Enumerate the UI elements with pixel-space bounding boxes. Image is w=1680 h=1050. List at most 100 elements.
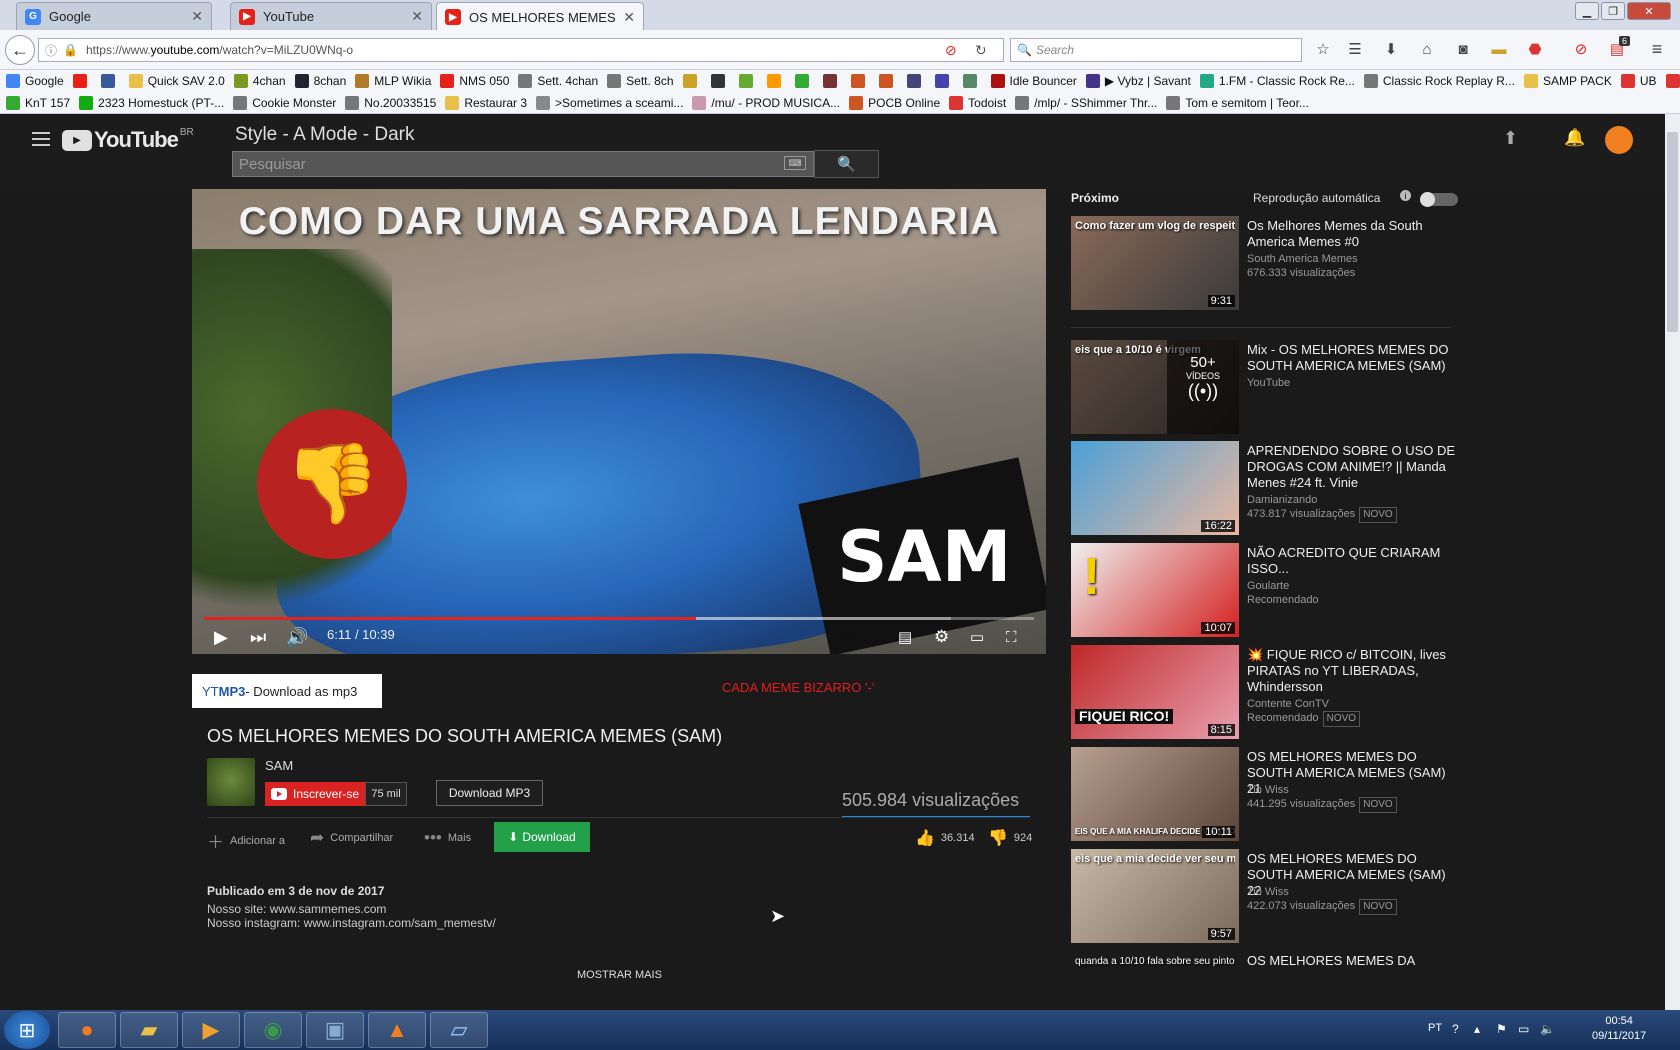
youtube-search-input[interactable]: Pesquisar bbox=[232, 151, 814, 177]
keyboard-icon[interactable]: ⌨ bbox=[784, 156, 806, 170]
related-video-channel[interactable]: Tio Wiss bbox=[1247, 783, 1457, 797]
close-tab-icon[interactable]: ✕ bbox=[191, 8, 203, 25]
bookmark-item[interactable]: No.20033515 bbox=[345, 95, 436, 110]
chrome-taskbar-button[interactable]: ◉ bbox=[244, 1012, 302, 1048]
related-video-title[interactable]: NÃO ACREDITO QUE CRIARAM ISSO... bbox=[1247, 545, 1457, 577]
bookmark-item[interactable]: Idle Bouncer bbox=[990, 74, 1077, 88]
video-thumbnail[interactable]: FIQUEI RICO! 8:15 bbox=[1071, 645, 1239, 739]
bookmark-item[interactable]: 2323 Homestuck (PT-... bbox=[79, 95, 224, 110]
download-button[interactable]: ⬇ Download bbox=[494, 822, 590, 852]
next-icon[interactable]: ⏭ bbox=[250, 625, 266, 649]
bookmark-item[interactable]: Sett. 8ch bbox=[607, 74, 674, 88]
tab-google[interactable]: G Google ✕ bbox=[16, 2, 212, 30]
menu-icon[interactable]: ≡ bbox=[1646, 38, 1668, 60]
restore-window-button[interactable]: ❐ bbox=[1601, 2, 1625, 20]
bookmark-item[interactable] bbox=[710, 74, 730, 88]
bookmark-item[interactable]: Google bbox=[6, 74, 64, 88]
app-taskbar-button[interactable]: ▣ bbox=[306, 1012, 364, 1048]
close-tab-icon[interactable]: ✕ bbox=[411, 8, 423, 25]
bookmark-item[interactable]: 1.FM - Classic Rock Re... bbox=[1199, 74, 1355, 88]
bookmark-item[interactable] bbox=[682, 74, 702, 88]
tab-youtube[interactable]: ▶ YouTube ✕ bbox=[230, 2, 432, 30]
progress-bar[interactable] bbox=[204, 617, 1034, 620]
close-tab-icon[interactable]: ✕ bbox=[623, 9, 635, 26]
help-icon[interactable]: ? bbox=[1452, 1022, 1459, 1036]
bookmark-item[interactable]: POCB Online bbox=[849, 95, 940, 110]
bookmark-item[interactable]: ▶ Vybz | Savant bbox=[1085, 74, 1191, 88]
ytmp3-download-button[interactable]: YT MP3 - Download as mp3 bbox=[192, 674, 382, 708]
bookmark-item[interactable]: NMS 050 bbox=[440, 74, 509, 88]
related-video-title[interactable]: Mix - OS MELHORES MEMES DO SOUTH AMERICA… bbox=[1247, 342, 1457, 374]
bookmark-item[interactable] bbox=[100, 74, 120, 88]
related-video-card[interactable]: EIS QUE A MIA KHALIFA DECIDE VIRÁ YOUTUB… bbox=[1071, 747, 1456, 843]
add-to-button[interactable]: ＋ Adicionar a bbox=[207, 828, 285, 853]
download-icon[interactable]: ⬇ bbox=[1380, 38, 1402, 60]
vlc-taskbar-button[interactable]: ▲ bbox=[368, 1012, 426, 1048]
subscribe-button[interactable]: Inscrever-se bbox=[265, 782, 365, 806]
related-video-channel[interactable]: Tio Wiss bbox=[1247, 885, 1457, 899]
bookmark-item[interactable] bbox=[72, 74, 92, 88]
banner-text[interactable]: CADA MEME BIZARRO '-' bbox=[722, 680, 874, 695]
bookmark-item[interactable]: Sett. 4chan bbox=[518, 74, 598, 88]
bookmark-item[interactable] bbox=[962, 74, 982, 88]
url-bar[interactable]: ⓘ 🔒 https://www.youtube.com/watch?v=MiLZ… bbox=[38, 38, 1004, 62]
network-icon[interactable]: ▭ bbox=[1518, 1022, 1529, 1036]
video-thumbnail[interactable]: eis que a mia decide ver seu meme 9:57 bbox=[1071, 849, 1239, 943]
video-player[interactable]: COMO DAR UMA SARRADA LENDARIA 👎 SAM ▶ ⏭ … bbox=[192, 189, 1046, 654]
bookmark-item[interactable] bbox=[738, 74, 758, 88]
reading-list-icon[interactable]: ☰ bbox=[1344, 38, 1366, 60]
scrollbar-thumb[interactable] bbox=[1667, 132, 1678, 332]
bookmark-item[interactable] bbox=[766, 74, 786, 88]
bookmark-item[interactable]: SAMP PACK bbox=[1523, 74, 1612, 88]
video-thumbnail[interactable]: quanda a 10/10 fala sobre seu pinto bbox=[1071, 951, 1239, 971]
video-thumbnail[interactable]: Como fazer um vlog de respeito 9:31 bbox=[1071, 216, 1239, 310]
volume-icon[interactable]: 🔊 bbox=[286, 625, 308, 649]
related-video-card[interactable]: Como fazer um vlog de respeito 9:31 Os Mel… bbox=[1071, 216, 1456, 312]
language-indicator[interactable]: PT bbox=[1428, 1022, 1442, 1034]
related-video-title[interactable]: APRENDENDO SOBRE O USO DE DROGAS COM ANI… bbox=[1247, 443, 1457, 491]
user-avatar[interactable] bbox=[1605, 126, 1633, 154]
block-icon[interactable]: ⊘ bbox=[945, 42, 957, 59]
share-button[interactable]: ➦ Compartilhar bbox=[310, 828, 393, 848]
related-video-card[interactable]: FIQUEI RICO! 8:15 💥 FIQUE RICO c/ BITCOIN,… bbox=[1071, 645, 1456, 741]
info-icon[interactable]: ⓘ bbox=[45, 42, 57, 59]
video-thumbnail[interactable]: EIS QUE A MIA KHALIFA DECIDE VIRÁ YOUTUB… bbox=[1071, 747, 1239, 841]
bookmark-item[interactable] bbox=[822, 74, 842, 88]
bookmark-item[interactable] bbox=[878, 74, 898, 88]
bookmark-item[interactable] bbox=[934, 74, 954, 88]
more-button[interactable]: ••• Mais bbox=[424, 828, 471, 848]
show-hidden-icons[interactable]: ▴ bbox=[1474, 1022, 1480, 1036]
media-taskbar-button[interactable]: ▶ bbox=[182, 1012, 240, 1048]
bookmark-item[interactable]: KnT 157 bbox=[6, 95, 70, 110]
start-button[interactable]: ⊞ bbox=[4, 1011, 50, 1049]
related-video-title[interactable]: OS MELHORES MEMES DA bbox=[1247, 953, 1457, 969]
bookmark-item[interactable]: Restaurar 3 bbox=[445, 95, 527, 110]
bookmark-item[interactable]: UB bbox=[1620, 74, 1657, 88]
theater-mode-icon[interactable]: ▭ bbox=[970, 625, 984, 649]
speaker-icon[interactable]: 🔈 bbox=[1540, 1022, 1555, 1036]
related-video-card[interactable]: ! 10:07 NÃO ACREDITO QUE CRIARAM ISSO... Go… bbox=[1071, 543, 1456, 639]
video-thumbnail[interactable]: ! 10:07 bbox=[1071, 543, 1239, 637]
bookmark-item[interactable]: 8chan bbox=[294, 74, 346, 88]
bookmark-item[interactable]: /mu/ - PROD MUSICA... bbox=[692, 95, 840, 110]
pocket-icon[interactable]: ◙ bbox=[1452, 38, 1474, 60]
extension-icon[interactable]: ▬ bbox=[1488, 38, 1510, 60]
subtitles-icon[interactable]: ▤ bbox=[898, 625, 912, 649]
related-video-channel[interactable]: YouTube bbox=[1247, 376, 1457, 390]
bookmark-item[interactable] bbox=[850, 74, 870, 88]
back-button[interactable]: ← bbox=[5, 35, 35, 65]
related-video-channel[interactable]: South America Memes bbox=[1247, 252, 1457, 266]
related-video-channel[interactable]: Damianizando bbox=[1247, 493, 1457, 507]
play-icon[interactable]: ▶ bbox=[214, 625, 228, 649]
minimize-window-button[interactable]: ▁ bbox=[1575, 2, 1599, 20]
youtube-logo[interactable]: ▶ YouTube BR bbox=[62, 127, 194, 153]
bookmark-item[interactable]: Cookie Monster bbox=[233, 95, 336, 110]
bookmark-star-icon[interactable]: ☆ bbox=[1312, 38, 1334, 60]
adblock-icon[interactable]: ⬣ bbox=[1524, 38, 1546, 60]
related-video-title[interactable]: Os Melhores Memes da South America Memes… bbox=[1247, 218, 1457, 250]
show-more-button[interactable]: MOSTRAR MAIS bbox=[577, 969, 662, 981]
channel-name[interactable]: SAM bbox=[265, 758, 293, 773]
settings-gear-icon[interactable]: ⚙ bbox=[934, 625, 949, 649]
bookmark-item[interactable]: /mlp/ - SShimmer Thr... bbox=[1015, 95, 1157, 110]
home-icon[interactable]: ⌂ bbox=[1416, 38, 1438, 60]
